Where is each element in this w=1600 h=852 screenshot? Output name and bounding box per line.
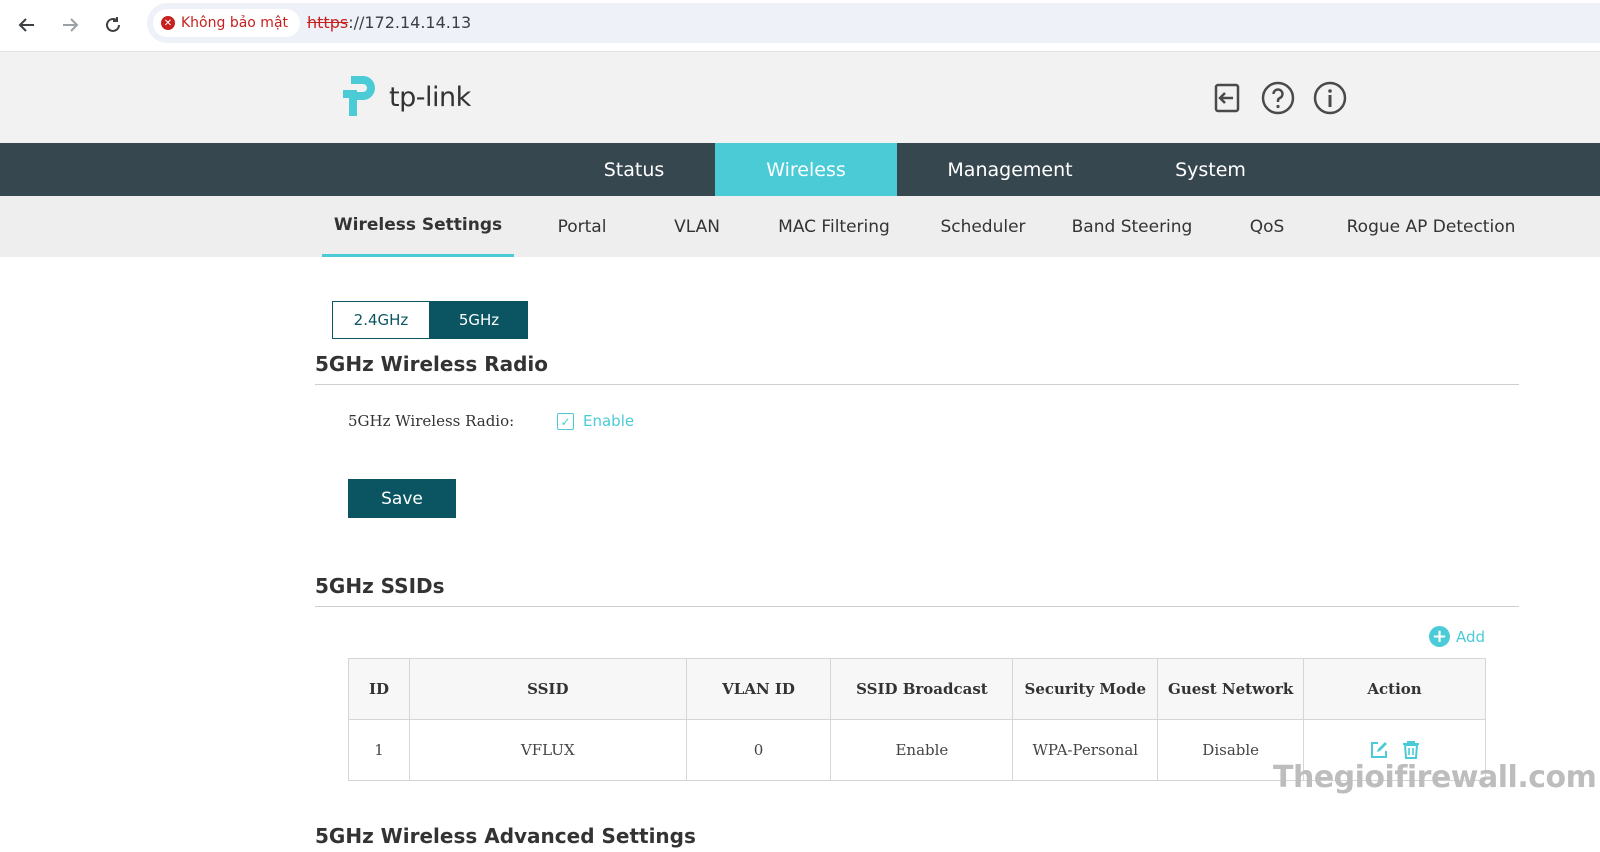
column-header-id: ID <box>348 658 410 720</box>
security-label: Không bảo mật <box>181 15 289 31</box>
sub-tab-vlan[interactable]: VLAN <box>652 196 742 257</box>
sub-tab-rogue-ap-detection[interactable]: Rogue AP Detection <box>1336 196 1526 257</box>
column-header-action: Action <box>1303 658 1486 720</box>
forward-arrow-icon[interactable] <box>55 10 85 40</box>
main-tab-wireless[interactable]: Wireless <box>715 143 897 196</box>
band-5ghz-button[interactable]: 5GHz <box>430 301 528 339</box>
table-header-row: ID SSID VLAN ID SSID Broadcast Security … <box>348 658 1486 720</box>
main-nav: Status Wireless Management System <box>0 143 1600 196</box>
info-icon[interactable] <box>1312 80 1348 116</box>
cell-ssid: VFLUX <box>408 719 687 781</box>
column-header-ssid: SSID <box>408 658 687 720</box>
main-tab-management[interactable]: Management <box>897 143 1123 196</box>
logo-text: tp-link <box>389 81 471 113</box>
section-divider <box>315 606 1519 607</box>
add-ssid-button[interactable]: + Add <box>1429 626 1485 647</box>
sub-tab-band-steering[interactable]: Band Steering <box>1062 196 1202 257</box>
tp-link-logo: tp-link <box>333 72 471 122</box>
sub-tab-mac-filtering[interactable]: MAC Filtering <box>768 196 900 257</box>
help-icon[interactable] <box>1260 80 1296 116</box>
sub-tab-scheduler[interactable]: Scheduler <box>928 196 1038 257</box>
watermark: Thegioifirewall.com <box>1273 760 1597 795</box>
column-header-security-mode: Security Mode <box>1012 658 1159 720</box>
band-toggle: 2.4GHz 5GHz <box>332 301 528 339</box>
enable-checkbox-label[interactable]: Enable <box>583 412 634 430</box>
url-scheme: https <box>307 13 349 32</box>
column-header-vlan-id: VLAN ID <box>685 658 832 720</box>
sub-tab-portal[interactable]: Portal <box>532 196 632 257</box>
tp-link-logo-icon <box>343 76 375 116</box>
security-chip[interactable]: ✕ Không bảo mật <box>153 9 301 37</box>
radio-section-title: 5GHz Wireless Radio <box>315 352 549 376</box>
edit-icon[interactable] <box>1369 740 1389 760</box>
sub-tab-wireless-settings[interactable]: Wireless Settings <box>322 196 514 257</box>
ssid-section-title: 5GHz SSIDs <box>315 574 445 598</box>
cell-id: 1 <box>348 719 410 781</box>
sub-tab-qos[interactable]: QoS <box>1232 196 1302 257</box>
main-tab-system[interactable]: System <box>1123 143 1298 196</box>
reload-icon[interactable] <box>98 10 128 40</box>
save-button[interactable]: Save <box>348 479 456 518</box>
cell-ssid-broadcast: Enable <box>830 719 1014 781</box>
not-secure-icon: ✕ <box>161 16 175 30</box>
url-host: ://172.14.14.13 <box>348 13 472 32</box>
page-header: tp-link <box>0 52 1600 143</box>
advanced-settings-title: 5GHz Wireless Advanced Settings <box>315 824 696 848</box>
back-arrow-icon[interactable] <box>12 10 42 40</box>
radio-field-label: 5GHz Wireless Radio: <box>348 412 515 430</box>
section-divider <box>315 384 1519 385</box>
plus-circle-icon: + <box>1429 626 1450 647</box>
enable-checkbox[interactable]: ✓ <box>557 413 574 430</box>
url-text[interactable]: https://172.14.14.13 <box>307 13 471 32</box>
band-2-4ghz-button[interactable]: 2.4GHz <box>332 301 430 339</box>
browser-toolbar: ✕ Không bảo mật https://172.14.14.13 <box>0 0 1600 52</box>
delete-trash-icon[interactable] <box>1401 740 1421 760</box>
cell-security-mode: WPA-Personal <box>1012 719 1159 781</box>
logout-icon[interactable] <box>1209 80 1245 116</box>
address-bar[interactable]: ✕ Không bảo mật https://172.14.14.13 <box>147 3 1600 43</box>
column-header-ssid-broadcast: SSID Broadcast <box>830 658 1014 720</box>
sub-nav: Wireless Settings Portal VLAN MAC Filter… <box>0 196 1600 257</box>
cell-vlan-id: 0 <box>685 719 832 781</box>
add-label: Add <box>1456 627 1486 646</box>
column-header-guest-network: Guest Network <box>1157 658 1305 720</box>
checkmark-icon: ✓ <box>560 414 571 429</box>
main-tab-status[interactable]: Status <box>553 143 715 196</box>
